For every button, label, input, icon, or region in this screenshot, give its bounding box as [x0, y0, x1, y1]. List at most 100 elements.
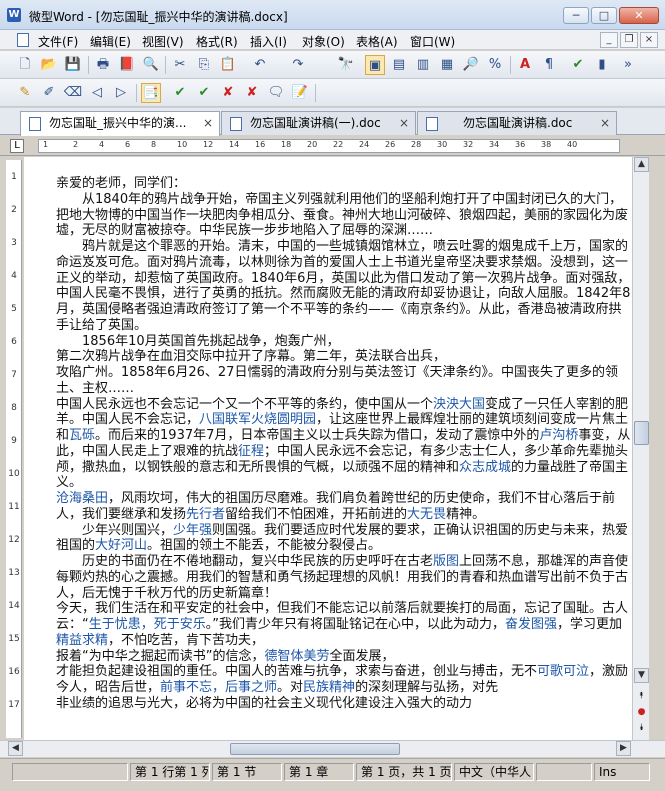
prev-page-icon[interactable]: ⯭ [634, 689, 649, 704]
menu-file[interactable]: 文件(F) [35, 32, 81, 51]
menu-object[interactable]: 对象(O) [299, 32, 348, 51]
scroll-left-button[interactable]: ◀ [8, 741, 23, 756]
maximize-button[interactable]: □ [591, 7, 617, 24]
menu-table[interactable]: 表格(A) [353, 32, 401, 51]
accept-all-icon[interactable]: ✔ [194, 83, 214, 103]
page-view-icon[interactable]: ▣ [365, 55, 385, 75]
doc-restore-button[interactable]: ❐ [620, 32, 638, 48]
link-text: 八国联军火烧圆明园 [199, 412, 317, 428]
ruler-tick-label: 28 [411, 140, 422, 149]
ruler-scale[interactable]: 1 2 4 6 8 10 12 14 16 18 20 22 24 26 28 30 32 34 36 38 40 [38, 139, 620, 153]
paragraph: 鸦片就是这个罪恶的开始。清末，中国的一些城镇烟馆林立，喷云吐雾的烟鬼成千上万，国… [56, 239, 631, 333]
doc-icon [230, 117, 242, 131]
ruler-tick-label: 5 [11, 304, 17, 314]
menu-edit[interactable]: 编辑(E) [87, 32, 134, 51]
new-note-icon[interactable]: ✎ [15, 83, 35, 103]
ruler-tick-label: 1 [11, 172, 17, 182]
stats-icon[interactable]: ▮ [592, 55, 612, 75]
tab-close-button[interactable]: × [600, 112, 610, 134]
copy-icon[interactable]: ⎘ [194, 55, 214, 75]
delete-note-icon[interactable]: ⌫ [63, 83, 83, 103]
minimize-button[interactable]: ─ [563, 7, 589, 24]
status-line-col: 第 1 行第 1 列 [130, 763, 210, 781]
menu-view[interactable]: 视图(V) [139, 32, 187, 51]
print-preview-icon[interactable]: 🔍 [141, 55, 161, 75]
paste-icon[interactable]: 📋 [218, 55, 238, 75]
link-text: 少年强 [173, 522, 213, 538]
comment-icon[interactable]: 🗨 [266, 83, 286, 103]
link-text: 前事不忘，后事之师 [160, 680, 278, 695]
edit-note-icon[interactable]: ✐ [39, 83, 59, 103]
format-icon[interactable]: ¶ [539, 55, 559, 75]
accept-icon[interactable]: ✔ [170, 83, 190, 103]
scroll-right-button[interactable]: ▶ [616, 741, 631, 756]
link-text: 瓦砾 [69, 428, 96, 443]
menu-insert[interactable]: 插入(I) [247, 32, 290, 51]
track-changes-icon[interactable]: 📑 [141, 83, 161, 103]
next-note-icon[interactable]: ▷ [111, 83, 131, 103]
ruler-tick-label: 10 [177, 140, 188, 149]
document-page[interactable]: 亲爱的老师，同学们： 从1840年的鸦片战争开始，帝国主义列强就利用他们的坚船利… [56, 176, 632, 712]
ruler-tick-label: 3 [11, 238, 17, 248]
ruler-tick-label: 16 [8, 667, 20, 677]
review-pane-icon[interactable]: 📝 [290, 83, 310, 103]
scroll-up-button[interactable]: ▲ [634, 157, 649, 172]
link-text: 大无畏 [407, 506, 447, 522]
scroll-down-button[interactable]: ▼ [634, 668, 649, 683]
status-blank [536, 763, 592, 781]
reject-all-icon[interactable]: ✘ [242, 83, 262, 103]
prev-note-icon[interactable]: ◁ [87, 83, 107, 103]
outline-view-icon[interactable]: ▥ [413, 55, 433, 75]
doc-close-button[interactable]: × [640, 32, 658, 48]
save-icon[interactable]: 💾 [63, 55, 83, 75]
toolbar-separator [165, 56, 166, 74]
new-doc-icon[interactable]: 🗋 [15, 55, 35, 75]
vertical-scroll-thumb[interactable] [634, 421, 649, 445]
tab-stop-selector[interactable]: L [10, 139, 24, 153]
menu-format[interactable]: 格式(R) [193, 32, 241, 51]
horizontal-ruler[interactable]: L 1 2 4 6 8 10 12 14 16 18 20 22 24 26 28 30 32 34 36 38 40 [0, 136, 665, 156]
cut-icon[interactable]: ✂ [170, 55, 190, 75]
find-icon[interactable]: 🔭 [336, 55, 356, 75]
paragraph: 报着“为中华之掘起而读书”的信念，德智体美劳全面发展， [56, 648, 395, 664]
tab-doc-one[interactable]: 勿忘国耻演讲稿(一).doc × [221, 111, 416, 135]
vertical-scrollbar[interactable]: ▲ ▼ ⯭ ● ⯯ [632, 157, 649, 740]
undo-icon[interactable]: ↶ [250, 55, 270, 75]
ruler-tick-label: 14 [229, 140, 240, 149]
paragraph: 1856年10月英国首先挑起战争，炮轰广州， [56, 333, 340, 349]
tab-close-button[interactable]: × [399, 112, 409, 134]
ruler-tick-label: 8 [151, 140, 157, 149]
menu-window[interactable]: 窗口(W) [407, 32, 458, 51]
doc-minimize-button[interactable]: _ [600, 32, 618, 48]
select-browse-object-icon[interactable]: ● [634, 705, 649, 720]
redo-icon[interactable]: ↷ [288, 55, 308, 75]
percent-icon[interactable]: % [485, 55, 505, 75]
tab-doc-two[interactable]: 勿忘国耻演讲稿.doc × [417, 111, 617, 135]
document-icon[interactable] [17, 33, 29, 47]
zoom-icon[interactable]: 🔎 [461, 55, 481, 75]
font-color-icon[interactable]: A [515, 55, 535, 75]
toolbar-separator [315, 84, 316, 102]
close-button[interactable]: ✕ [619, 7, 659, 24]
vertical-ruler[interactable]: 1 2 3 4 5 6 7 8 9 10 11 12 13 14 15 16 17 [6, 160, 22, 738]
reject-icon[interactable]: ✘ [218, 83, 238, 103]
spellcheck-icon[interactable]: ✔ [568, 55, 588, 75]
paragraph: 今天，我们生活在和平安定的社会中，但我们不能忘记以前落后就要挨打的局面，忘记了国… [56, 601, 629, 648]
status-section: 第 1 节 [212, 763, 282, 781]
print-icon[interactable]: 🖶 [93, 55, 113, 75]
next-page-icon[interactable]: ⯯ [634, 721, 649, 736]
open-folder-icon[interactable]: 📂 [39, 55, 59, 75]
draft-view-icon[interactable]: ▦ [437, 55, 457, 75]
horizontal-scroll-thumb[interactable] [230, 743, 400, 755]
horizontal-scrollbar[interactable]: ◀ ▶ [0, 740, 665, 757]
more-icon[interactable]: » [618, 55, 638, 75]
paragraph: 从1840年的鸦片战争开始，帝国主义列强就利用他们的坚船利炮打开了中国封闭已久的… [56, 191, 629, 239]
tab-close-button[interactable]: × [203, 112, 213, 134]
tab-current-doc[interactable]: 勿忘国耻_振兴中华的演... × [20, 111, 220, 136]
document-area[interactable]: 亲爱的老师，同学们： 从1840年的鸦片战争开始，帝国主义列强就利用他们的坚船利… [24, 157, 632, 740]
status-insert-mode[interactable]: Ins [594, 763, 650, 781]
web-view-icon[interactable]: ▤ [389, 55, 409, 75]
pdf-icon[interactable]: 📕 [117, 55, 137, 75]
ruler-tick-label: 7 [11, 370, 17, 380]
ruler-tick-label: 20 [307, 140, 318, 149]
